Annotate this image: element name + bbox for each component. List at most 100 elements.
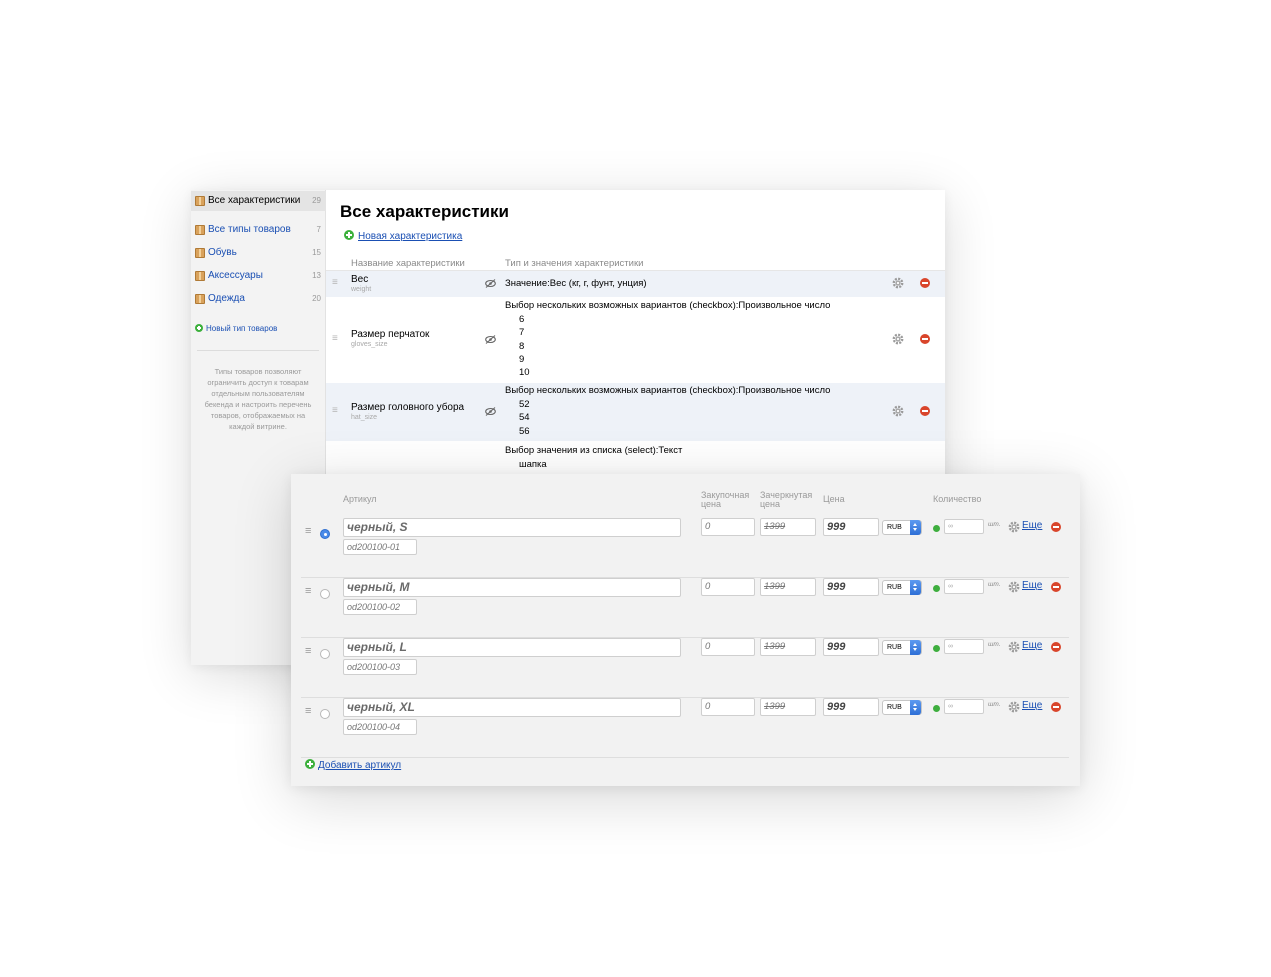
- default-sku-radio[interactable]: [320, 709, 330, 719]
- quantity-input[interactable]: ∞: [944, 639, 984, 654]
- sidebar-item-clothing[interactable]: Одежда 20: [191, 289, 326, 309]
- drag-handle-icon[interactable]: ≡: [305, 705, 311, 717]
- gear-icon[interactable]: [1008, 521, 1020, 533]
- drag-handle-icon[interactable]: ≡: [332, 405, 338, 416]
- eye-hidden-icon[interactable]: [485, 279, 496, 288]
- compare-price-input[interactable]: 1399: [760, 698, 816, 716]
- more-link[interactable]: Еще: [1022, 700, 1042, 711]
- gear-icon[interactable]: [1008, 581, 1020, 593]
- sidebar-item-count: 7: [316, 225, 321, 234]
- more-link[interactable]: Еще: [1022, 580, 1042, 591]
- sku-name-input[interactable]: черный, L: [343, 638, 681, 657]
- feature-values: 52 54 56: [519, 398, 530, 438]
- sidebar-item-shoes[interactable]: Обувь 15: [191, 243, 326, 263]
- drag-handle-icon[interactable]: ≡: [305, 645, 311, 657]
- sidebar-divider: [197, 350, 319, 351]
- currency-select[interactable]: RUB: [882, 700, 922, 715]
- price-input[interactable]: 999: [823, 638, 879, 656]
- gear-icon[interactable]: [892, 405, 904, 417]
- gear-icon[interactable]: [892, 333, 904, 345]
- gear-icon[interactable]: [1008, 641, 1020, 653]
- quantity-unit: шт.: [988, 701, 1001, 708]
- quantity-input[interactable]: ∞: [944, 519, 984, 534]
- select-arrows-icon: [910, 700, 921, 715]
- feature-values: 6 7 8 9 10: [519, 313, 530, 379]
- box-icon: [195, 225, 205, 235]
- sku-row[interactable]: ≡ черный, S od200100-01 0 1399 999 RUB ∞…: [301, 518, 1069, 578]
- feature-type: Выбор значения из списка (select):Текст: [505, 445, 683, 456]
- feature-value: 10: [519, 367, 530, 379]
- sidebar-item-all-types[interactable]: Все типы товаров 7: [191, 220, 326, 240]
- sidebar-item-count: 13: [312, 271, 321, 280]
- currency-select[interactable]: RUB: [882, 580, 922, 595]
- select-arrows-icon: [910, 520, 921, 535]
- eye-hidden-icon[interactable]: [485, 335, 496, 344]
- sidebar-item-accessories[interactable]: Аксессуары 13: [191, 266, 326, 286]
- price-input[interactable]: 999: [823, 578, 879, 596]
- feature-value: 52: [519, 399, 530, 410]
- more-link[interactable]: Еще: [1022, 640, 1042, 651]
- currency-select[interactable]: RUB: [882, 640, 922, 655]
- feature-row-hat-size[interactable]: ≡ Размер головного убора hat_size Выбор …: [326, 383, 945, 441]
- compare-price-input[interactable]: 1399: [760, 578, 816, 596]
- sku-name-input[interactable]: черный, XL: [343, 698, 681, 717]
- delete-icon[interactable]: [1051, 582, 1061, 592]
- sku-code-input[interactable]: od200100-03: [343, 659, 417, 675]
- feature-code: weight: [351, 286, 372, 293]
- delete-icon[interactable]: [1051, 642, 1061, 652]
- purchase-price-input[interactable]: 0: [701, 638, 755, 656]
- feature-row-weight[interactable]: ≡ Вес weight Значение:Вес (кг, г, фунт, …: [326, 271, 945, 297]
- sidebar-item-all-features[interactable]: Все характеристики 29: [191, 191, 326, 211]
- purchase-price-input[interactable]: 0: [701, 578, 755, 596]
- default-sku-radio[interactable]: [320, 589, 330, 599]
- drag-handle-icon[interactable]: ≡: [305, 525, 311, 537]
- compare-price-input[interactable]: 1399: [760, 638, 816, 656]
- sidebar-item-label: Обувь: [208, 247, 237, 258]
- drag-handle-icon[interactable]: ≡: [332, 277, 338, 288]
- feature-row-gloves-size[interactable]: ≡ Размер перчаток gloves_size Выбор неск…: [326, 297, 945, 383]
- quantity-input[interactable]: ∞: [944, 579, 984, 594]
- quantity-unit: шт.: [988, 641, 1001, 648]
- compare-price-input[interactable]: 1399: [760, 518, 816, 536]
- default-sku-radio[interactable]: [320, 529, 330, 539]
- select-arrows-icon: [910, 580, 921, 595]
- default-sku-radio[interactable]: [320, 649, 330, 659]
- sku-code-input[interactable]: od200100-01: [343, 539, 417, 555]
- feature-value: 8: [519, 340, 525, 352]
- quantity-input[interactable]: ∞: [944, 699, 984, 714]
- column-header-quantity: Количество: [933, 494, 982, 504]
- sku-name-input[interactable]: черный, M: [343, 578, 681, 597]
- new-type-link[interactable]: Новый тип товаров: [195, 323, 277, 335]
- currency-value: RUB: [887, 644, 902, 651]
- purchase-price-input[interactable]: 0: [701, 518, 755, 536]
- delete-icon[interactable]: [920, 406, 930, 416]
- price-input[interactable]: 999: [823, 698, 879, 716]
- sku-code-input[interactable]: od200100-04: [343, 719, 417, 735]
- box-icon: [195, 271, 205, 281]
- currency-select[interactable]: RUB: [882, 520, 922, 535]
- feature-code: hat_size: [351, 414, 378, 421]
- delete-icon[interactable]: [920, 278, 930, 288]
- gear-icon[interactable]: [1008, 701, 1020, 713]
- price-input[interactable]: 999: [823, 518, 879, 536]
- sku-row[interactable]: ≡ черный, XL od200100-04 0 1399 999 RUB …: [301, 698, 1069, 758]
- purchase-price-input[interactable]: 0: [701, 698, 755, 716]
- sku-name-input[interactable]: черный, S: [343, 518, 681, 537]
- add-sku-link[interactable]: Добавить артикул: [305, 759, 401, 771]
- delete-icon[interactable]: [920, 334, 930, 344]
- delete-icon[interactable]: [1051, 702, 1061, 712]
- sku-code-input[interactable]: od200100-02: [343, 599, 417, 615]
- eye-hidden-icon[interactable]: [485, 407, 496, 416]
- drag-handle-icon[interactable]: ≡: [305, 585, 311, 597]
- delete-icon[interactable]: [1051, 522, 1061, 532]
- new-feature-link[interactable]: Новая характеристика: [344, 230, 462, 242]
- sku-row[interactable]: ≡ черный, M od200100-02 0 1399 999 RUB ∞…: [301, 578, 1069, 638]
- quantity-unit: шт.: [988, 581, 1001, 588]
- sidebar-item-label: Одежда: [208, 293, 245, 304]
- gear-icon[interactable]: [892, 277, 904, 289]
- sku-row[interactable]: ≡ черный, L od200100-03 0 1399 999 RUB ∞…: [301, 638, 1069, 698]
- more-link[interactable]: Еще: [1022, 520, 1042, 531]
- feature-name: Размер головного убора: [351, 402, 465, 413]
- column-header-compare-price: Зачеркнутая цена: [760, 490, 813, 509]
- drag-handle-icon[interactable]: ≡: [332, 333, 338, 344]
